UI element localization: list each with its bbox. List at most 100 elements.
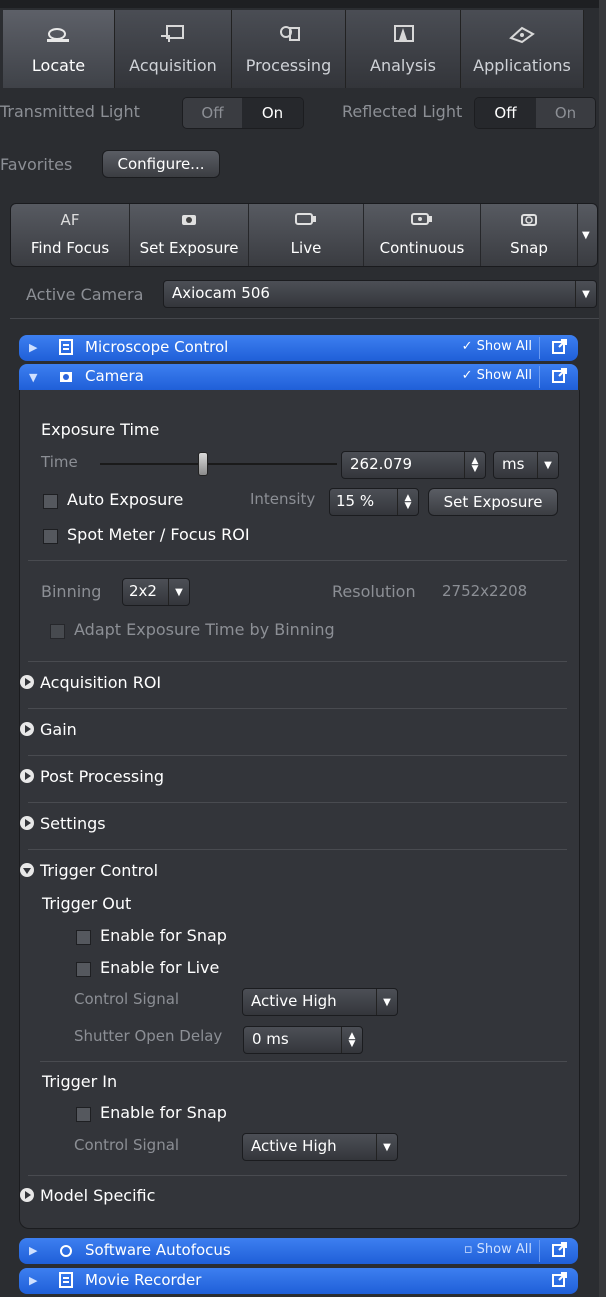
show-all-toggle[interactable]: ▫ Show All	[464, 1242, 532, 1257]
software-autofocus-group[interactable]: ▶ Software Autofocus ▫ Show All	[19, 1238, 578, 1264]
trigger-in-snap-checkbox[interactable]	[76, 1107, 91, 1122]
transmitted-light-toggle[interactable]: Off On	[182, 97, 304, 129]
trigger-out-live-label: Enable for Live	[100, 958, 220, 977]
applications-icon	[509, 26, 535, 44]
undock-icon[interactable]	[552, 338, 568, 354]
reflected-on-option[interactable]: On	[536, 98, 595, 128]
snap-icon	[521, 214, 537, 226]
af-icon: AF	[60, 211, 80, 229]
favorites-label: Favorites	[0, 155, 73, 174]
spin-arrows-icon[interactable]: ▲ ▼	[341, 1027, 362, 1053]
exposure-time-input[interactable]: 262.079 ▲ ▼	[341, 451, 486, 479]
tab-acquisition[interactable]: Acquisition	[115, 10, 232, 88]
active-camera-select[interactable]: Axiocam 506 ▼	[163, 280, 597, 308]
section-post-processing[interactable]: Post Processing	[20, 767, 164, 786]
auto-exposure-checkbox[interactable]	[43, 494, 58, 509]
undock-icon[interactable]	[552, 1241, 568, 1257]
resolution-label: Resolution	[332, 582, 416, 601]
divider	[40, 1061, 567, 1062]
show-all-toggle[interactable]: ✓ Show All	[462, 339, 532, 354]
locate-icon	[46, 28, 69, 42]
microscope-control-icon	[59, 339, 73, 355]
panel-edge	[599, 0, 606, 1297]
set-exposure-panel-button[interactable]: Set Exposure	[428, 488, 558, 516]
continuous-icon	[411, 213, 432, 225]
live-icon	[295, 213, 316, 225]
find-focus-button[interactable]: AF Find Focus	[11, 204, 130, 266]
spin-arrows-icon[interactable]: ▲ ▼	[397, 489, 418, 515]
transmitted-on-option[interactable]: On	[242, 98, 303, 128]
camera-group-icon	[60, 372, 72, 382]
spin-arrows-icon[interactable]: ▲ ▼	[464, 452, 485, 478]
chevron-down-icon: ▼	[168, 579, 189, 605]
divider	[28, 802, 567, 803]
divider	[28, 708, 567, 709]
reflected-light-toggle[interactable]: Off On	[474, 97, 596, 129]
group-title: Movie Recorder	[85, 1271, 202, 1289]
control-signal-select[interactable]: Active High ▼	[242, 988, 398, 1016]
exposure-slider-track[interactable]	[100, 463, 337, 465]
camera-icon	[182, 215, 196, 225]
binning-select[interactable]: 2x2 ▼	[122, 578, 190, 606]
tab-analysis[interactable]: Analysis	[346, 10, 461, 88]
section-acquisition-roi[interactable]: Acquisition ROI	[20, 673, 162, 692]
acquisition-icon	[161, 25, 184, 42]
exposure-unit-select[interactable]: ms ▼	[493, 451, 559, 479]
adapt-exposure-checkbox[interactable]	[50, 624, 65, 639]
toolbar-label: Live	[290, 239, 322, 257]
expand-circle-icon	[20, 769, 34, 783]
expand-triangle-icon: ▶	[29, 341, 38, 354]
undock-icon[interactable]	[552, 367, 568, 383]
reflected-off-option[interactable]: Off	[475, 98, 536, 128]
show-all-toggle[interactable]: ✓ Show All	[462, 368, 532, 383]
intensity-value: 15 %	[336, 492, 375, 510]
set-exposure-button[interactable]: Set Exposure	[130, 204, 249, 266]
group-title: Software Autofocus	[85, 1241, 231, 1259]
tab-locate[interactable]: Locate	[3, 10, 115, 88]
exposure-unit-value: ms	[502, 455, 525, 473]
main-tabs: Locate Acquisition Processing Analysis A…	[3, 10, 599, 88]
expand-circle-icon	[20, 1188, 34, 1202]
microscope-control-group[interactable]: ▶ Microscope Control ✓ Show All	[19, 335, 578, 361]
live-button[interactable]: Live	[249, 204, 364, 266]
tab-applications[interactable]: Applications	[461, 10, 584, 88]
tab-label: Locate	[31, 56, 86, 75]
divider	[28, 661, 567, 662]
toolbar-more-dropdown[interactable]: ▼	[578, 204, 597, 266]
tab-processing[interactable]: Processing	[232, 10, 346, 88]
spot-meter-checkbox[interactable]	[43, 529, 58, 544]
snap-button[interactable]: Snap	[481, 204, 578, 266]
trigger-out-snap-checkbox[interactable]	[76, 930, 91, 945]
shutter-open-delay-value: 0 ms	[252, 1030, 289, 1048]
group-title: Camera	[85, 367, 144, 385]
show-all-label: Show All	[476, 1242, 532, 1257]
processing-icon	[279, 26, 300, 41]
active-camera-label: Active Camera	[26, 285, 144, 304]
section-label: Post Processing	[40, 767, 164, 786]
section-trigger-control[interactable]: Trigger Control	[20, 861, 158, 880]
shutter-open-delay-label: Shutter Open Delay	[74, 1027, 223, 1045]
exposure-slider-thumb[interactable]	[197, 452, 208, 476]
auto-exposure-label: Auto Exposure	[67, 490, 184, 509]
tab-label: Analysis	[370, 56, 436, 75]
bar-separator	[539, 337, 540, 359]
section-settings[interactable]: Settings	[20, 814, 106, 833]
continuous-button[interactable]: Continuous	[364, 204, 481, 266]
section-model-specific[interactable]: Model Specific	[20, 1186, 155, 1205]
shutter-open-delay-input[interactable]: 0 ms ▲ ▼	[243, 1026, 363, 1054]
transmitted-off-option[interactable]: Off	[183, 98, 242, 128]
undock-icon[interactable]	[552, 1271, 568, 1287]
camera-group[interactable]: ▼ Camera ✓ Show All	[19, 364, 578, 390]
toolbar-label: Find Focus	[30, 239, 110, 257]
trigger-out-snap-label: Enable for Snap	[100, 926, 227, 945]
trigger-out-live-checkbox[interactable]	[76, 962, 91, 977]
resolution-value: 2752x2208	[442, 582, 528, 600]
spot-meter-label: Spot Meter / Focus ROI	[67, 525, 250, 544]
trigger-in-control-signal-select[interactable]: Active High ▼	[242, 1133, 398, 1161]
movie-recorder-group[interactable]: ▶ Movie Recorder	[19, 1268, 578, 1294]
section-gain[interactable]: Gain	[20, 720, 77, 739]
trigger-in-control-signal-label: Control Signal	[74, 1136, 180, 1154]
section-label: Acquisition ROI	[40, 673, 162, 692]
intensity-input[interactable]: 15 % ▲ ▼	[329, 488, 419, 516]
configure-button[interactable]: Configure...	[102, 150, 220, 178]
